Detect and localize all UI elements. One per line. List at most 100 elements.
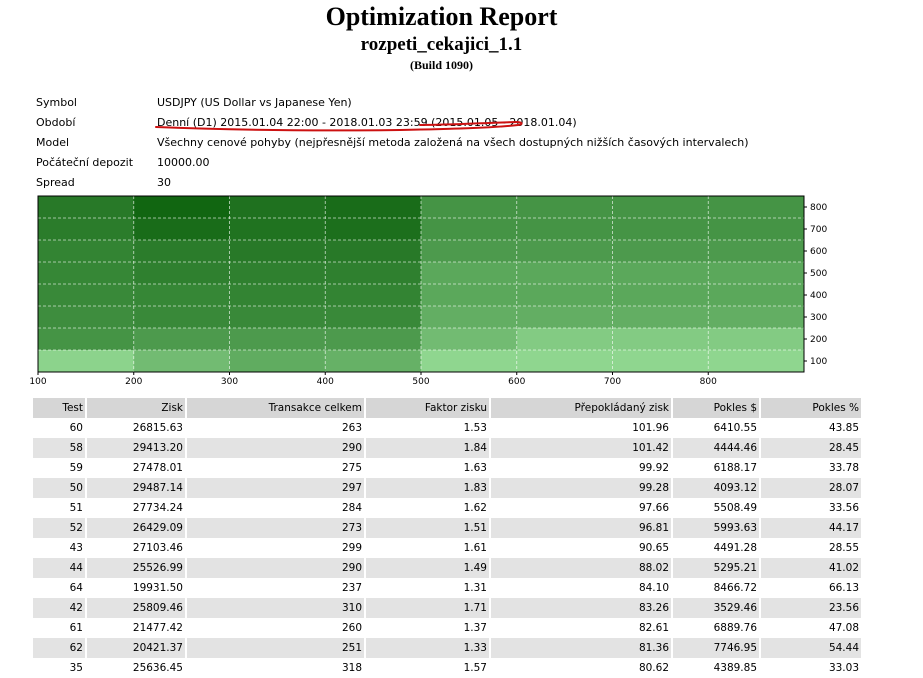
table-row[interactable]: 43 27103.46 299 1.61 90.65 4491.28 28.55 — [33, 538, 863, 558]
table-row[interactable]: 62 20421.37 251 1.33 81.36 7746.95 54.44 — [33, 638, 863, 658]
report-title: Optimization Report — [325, 2, 558, 31]
column-header-test[interactable]: Test — [33, 398, 87, 418]
table-cell: 1.31 — [365, 578, 491, 598]
table-cell: 58 — [33, 438, 87, 458]
table-row[interactable]: 51 27734.24 284 1.62 97.66 5508.49 33.56 — [33, 498, 863, 518]
heatmap-cell — [38, 196, 135, 219]
table-cell: 1.33 — [365, 638, 491, 658]
table-cell: 33.03 — [760, 658, 863, 678]
table-cell: 83.26 — [490, 598, 673, 618]
heatmap-cell — [612, 262, 709, 285]
heatmap-cell — [421, 306, 518, 329]
heatmap-cell — [325, 218, 422, 241]
table-cell: 97.66 — [490, 498, 673, 518]
table-cell: 62 — [33, 638, 87, 658]
table-cell: 29487.14 — [86, 478, 187, 498]
info-value: 30 — [157, 176, 171, 189]
table-cell: 263 — [186, 418, 366, 438]
x-tick-label: 400 — [317, 377, 334, 387]
heatmap-cell — [708, 262, 805, 285]
table-cell: 1.62 — [365, 498, 491, 518]
heatmap-cell — [38, 284, 135, 307]
table-row[interactable]: 50 29487.14 297 1.83 99.28 4093.12 28.07 — [33, 478, 863, 498]
table-cell: 42 — [33, 598, 87, 618]
y-tick-label: 500 — [810, 269, 827, 279]
column-header-transakce[interactable]: Transakce celkem — [186, 398, 366, 418]
heatmap-cell — [708, 284, 805, 307]
info-label: Období — [36, 116, 76, 129]
table-cell: 64 — [33, 578, 87, 598]
table-row[interactable]: 35 25636.45 318 1.57 80.62 4389.85 33.03 — [33, 658, 863, 678]
heatmap-cell — [516, 284, 613, 307]
table-cell: 29413.20 — [86, 438, 187, 458]
table-cell: 50 — [33, 478, 87, 498]
table-cell: 28.55 — [760, 538, 863, 558]
table-cell: 1.84 — [365, 438, 491, 458]
heatmap-cell — [421, 196, 518, 219]
info-value: Denní (D1) 2015.01.04 22:00 - 2018.01.03… — [157, 116, 577, 129]
heatmap-cell — [421, 328, 518, 351]
table-row[interactable]: 58 29413.20 290 1.84 101.42 4444.46 28.45 — [33, 438, 863, 458]
table-cell: 4491.28 — [672, 538, 761, 558]
heatmap-cell — [708, 218, 805, 241]
table-cell: 8466.72 — [672, 578, 761, 598]
report-subtitle: rozpeti_cekajici_1.1 — [360, 34, 523, 55]
table-cell: 44.17 — [760, 518, 863, 538]
table-cell: 81.36 — [490, 638, 673, 658]
table-cell: 101.96 — [490, 418, 673, 438]
table-row[interactable]: 59 27478.01 275 1.63 99.92 6188.17 33.78 — [33, 458, 863, 478]
column-header-pokles-usd[interactable]: Pokles $ — [672, 398, 761, 418]
heatmap-cell — [708, 240, 805, 263]
heatmap-cell — [708, 306, 805, 329]
table-cell: 96.81 — [490, 518, 673, 538]
table-cell: 27478.01 — [86, 458, 187, 478]
table-cell: 43.85 — [760, 418, 863, 438]
heatmap-cell — [516, 218, 613, 241]
table-cell: 6188.17 — [672, 458, 761, 478]
table-cell: 99.28 — [490, 478, 673, 498]
info-value: USDJPY (US Dollar vs Japanese Yen) — [157, 96, 352, 109]
y-tick-label: 100 — [810, 357, 827, 367]
table-cell: 6889.76 — [672, 618, 761, 638]
column-header-pokles-pct[interactable]: Pokles % — [760, 398, 863, 418]
table-cell: 21477.42 — [86, 618, 187, 638]
column-header-prepokladany[interactable]: Přepokládaný zisk — [490, 398, 673, 418]
x-tick-label: 100 — [29, 377, 46, 387]
heatmap-cell — [708, 328, 805, 351]
table-cell: 1.37 — [365, 618, 491, 638]
optimization-heatmap: 100 200 300 400 500 600 700 800 800 700 600 500 400… — [29, 195, 827, 387]
y-tick-label: 200 — [810, 335, 827, 345]
table-cell: 1.57 — [365, 658, 491, 678]
column-header-zisk[interactable]: Zisk — [86, 398, 187, 418]
table-cell: 44 — [33, 558, 87, 578]
table-row[interactable]: 52 26429.09 273 1.51 96.81 5993.63 44.17 — [33, 518, 863, 538]
heatmap-cell — [516, 328, 613, 351]
table-cell: 27734.24 — [86, 498, 187, 518]
heatmap-cell — [229, 284, 326, 307]
x-tick-label: 300 — [221, 377, 238, 387]
table-row[interactable]: 61 21477.42 260 1.37 82.61 6889.76 47.08 — [33, 618, 863, 638]
heatmap-cell — [325, 306, 422, 329]
x-tick-label: 200 — [125, 377, 142, 387]
heatmap-cell — [38, 262, 135, 285]
column-header-faktor[interactable]: Faktor zisku — [365, 398, 491, 418]
heatmap-cell — [516, 240, 613, 263]
table-cell: 82.61 — [490, 618, 673, 638]
heatmap-cell — [612, 196, 709, 219]
heatmap-cell — [133, 262, 230, 285]
table-cell: 6410.55 — [672, 418, 761, 438]
table-row[interactable]: 64 19931.50 237 1.31 84.10 8466.72 66.13 — [33, 578, 863, 598]
table-cell: 27103.46 — [86, 538, 187, 558]
table-row[interactable]: 44 25526.99 290 1.49 88.02 5295.21 41.02 — [33, 558, 863, 578]
heatmap-cell — [38, 218, 135, 241]
results-table: Test Zisk Transakce celkem Faktor zisku … — [33, 398, 863, 678]
table-cell: 1.63 — [365, 458, 491, 478]
table-cell: 41.02 — [760, 558, 863, 578]
heatmap-cell — [516, 306, 613, 329]
heatmap-cell — [133, 284, 230, 307]
table-row[interactable]: 60 26815.63 263 1.53 101.96 6410.55 43.85 — [33, 418, 863, 438]
heatmap-cell — [133, 350, 230, 373]
table-cell: 54.44 — [760, 638, 863, 658]
table-row[interactable]: 42 25809.46 310 1.71 83.26 3529.46 23.56 — [33, 598, 863, 618]
table-cell: 88.02 — [490, 558, 673, 578]
